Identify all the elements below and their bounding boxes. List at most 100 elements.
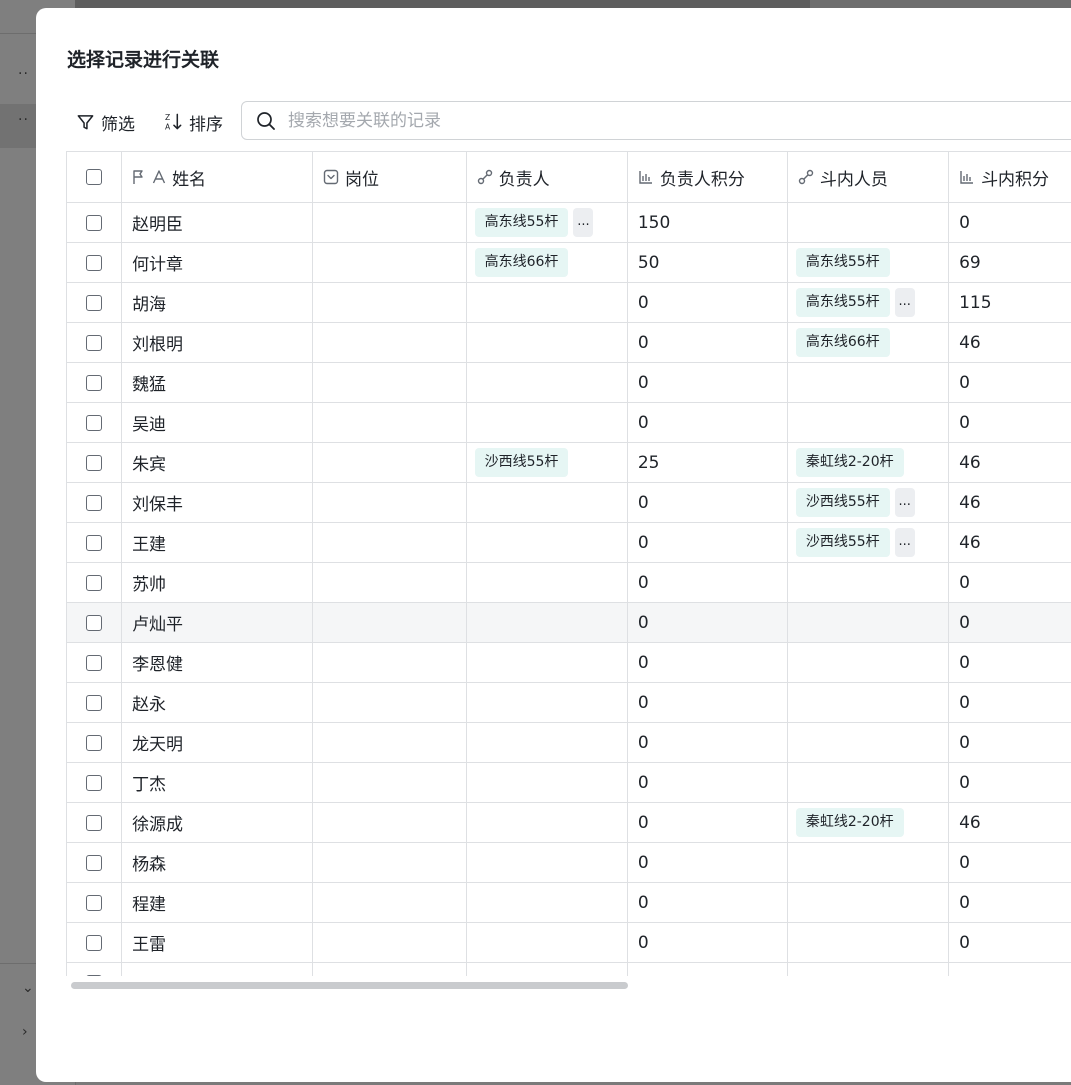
table-row[interactable]: 卢灿平 0 0: [67, 602, 1071, 643]
crew-score-text: 0: [959, 612, 970, 633]
select-all-cell: [67, 152, 123, 203]
sort-icon: Z A: [165, 113, 182, 132]
table-row[interactable]: 魏猛 0 0: [67, 362, 1071, 403]
column-header-crew-score[interactable]: 斗内积分: [948, 152, 1071, 203]
crew-cell: [787, 722, 950, 763]
column-header-name[interactable]: 姓名: [121, 152, 313, 203]
column-header-leader-score[interactable]: 负责人积分: [627, 152, 788, 203]
row-checkbox[interactable]: [86, 774, 103, 791]
table-row[interactable]: 李恩健 0 0: [67, 642, 1071, 683]
crew-more-badge[interactable]: ...: [894, 488, 915, 517]
row-checkbox[interactable]: [86, 494, 103, 511]
search-box[interactable]: [241, 101, 1071, 140]
name-cell: 朱宾: [121, 442, 313, 483]
table-row[interactable]: 王建 0 沙西线55杆... 46: [67, 522, 1071, 563]
name-text: 李恩健: [132, 655, 184, 675]
crew-cell: 沙西线55杆...: [787, 482, 950, 523]
horizontal-scrollbar[interactable]: [71, 982, 628, 989]
leader-cell: [466, 882, 628, 923]
background-topbar: [75, 0, 810, 8]
row-checkbox[interactable]: [86, 814, 103, 831]
crew-cell: 沙西线55杆...: [787, 522, 950, 563]
name-text: 卢灿平: [132, 615, 184, 635]
row-checkbox[interactable]: [86, 894, 103, 911]
table-row[interactable]: 何计章 高东线66杆 50 高东线55杆 69: [67, 242, 1071, 283]
row-checkbox[interactable]: [86, 654, 103, 671]
table-row[interactable]: 吴迪 0 0: [67, 402, 1071, 443]
crew-tag: 沙西线55杆: [795, 488, 890, 517]
row-checkbox[interactable]: [86, 254, 103, 271]
table-row[interactable]: 王雷 0 0: [67, 922, 1071, 963]
leader-score-text: 0: [637, 612, 649, 633]
leader-more-badge[interactable]: ...: [573, 208, 594, 237]
table-row[interactable]: 赵永 0 0: [67, 682, 1071, 723]
row-checkbox[interactable]: [86, 534, 103, 551]
crew-score-cell: 0: [948, 842, 1071, 883]
row-checkbox[interactable]: [86, 934, 103, 951]
row-checkbox-cell: [67, 722, 123, 763]
crew-tag: 沙西线55杆: [795, 528, 890, 557]
table-row[interactable]: 朱宾 沙西线55杆 25 秦虹线2-20杆 46: [67, 442, 1071, 483]
table-row[interactable]: 刘根明 0 高东线66杆 46: [67, 322, 1071, 363]
row-checkbox-cell: [67, 642, 123, 683]
table-row[interactable]: 胡海 0 高东线55杆... 115: [67, 282, 1071, 323]
position-cell: [312, 602, 467, 643]
row-checkbox-cell: [67, 842, 123, 883]
row-checkbox[interactable]: [86, 214, 103, 231]
row-checkbox-cell: [67, 562, 123, 603]
row-checkbox[interactable]: [86, 374, 103, 391]
name-text: 胡海: [132, 295, 167, 315]
row-checkbox-cell: [67, 282, 123, 323]
position-cell: [312, 442, 467, 483]
leader-score-text: 0: [637, 932, 649, 953]
row-checkbox[interactable]: [86, 854, 103, 871]
row-checkbox[interactable]: [86, 614, 103, 631]
table-row[interactable]: 赵明臣 高东线55杆... 150 0: [67, 202, 1071, 243]
position-cell: [312, 282, 467, 323]
name-cell: 吴迪: [121, 402, 313, 443]
table-row[interactable]: 徐源成 0 秦虹线2-20杆 46: [67, 802, 1071, 843]
table-cell: [627, 962, 788, 976]
table-row[interactable]: 苏帅 0 0: [67, 562, 1071, 603]
table-row[interactable]: 程建 0 0: [67, 882, 1071, 923]
row-checkbox-cell: [67, 322, 123, 363]
row-checkbox[interactable]: [86, 734, 103, 751]
name-cell: 胡海: [121, 282, 313, 323]
crew-score-text: 0: [959, 892, 970, 913]
row-checkbox[interactable]: [86, 414, 103, 431]
row-checkbox[interactable]: [86, 694, 103, 711]
select-all-checkbox[interactable]: [86, 169, 103, 185]
crew-tag: 高东线55杆: [795, 288, 890, 317]
name-cell: 苏帅: [121, 562, 313, 603]
name-text: 何计章: [132, 255, 184, 275]
row-checkbox[interactable]: [86, 454, 103, 471]
table-row[interactable]: 龙天明 0 0: [67, 722, 1071, 763]
column-header-position[interactable]: 岗位: [312, 152, 467, 203]
svg-text:Z: Z: [165, 113, 170, 122]
leader-score-text: 25: [637, 452, 660, 473]
table-row[interactable]: 丁杰 0 0: [67, 762, 1071, 803]
sort-button[interactable]: Z A 排序: [164, 108, 223, 136]
leader-cell: [466, 282, 628, 323]
row-checkbox[interactable]: [86, 334, 103, 351]
name-text: 丁杰: [132, 775, 167, 795]
table-row[interactable]: 杨森 0 0: [67, 842, 1071, 883]
leader-cell: [466, 722, 628, 763]
table-row[interactable]: 刘保丰 0 沙西线55杆... 46: [67, 482, 1071, 523]
stats-icon: [639, 171, 652, 184]
crew-more-badge[interactable]: ...: [894, 288, 915, 317]
filter-button[interactable]: 筛选: [76, 108, 135, 136]
leader-cell: [466, 322, 628, 363]
leader-score-text: 0: [637, 852, 649, 873]
column-header-crew[interactable]: 斗内人员: [787, 152, 950, 203]
position-cell: [312, 202, 467, 243]
row-checkbox-cell: [67, 882, 123, 923]
column-header-leader[interactable]: 负责人: [466, 152, 628, 203]
leader-score-text: 0: [637, 572, 649, 593]
search-input[interactable]: [286, 109, 990, 132]
row-checkbox[interactable]: [86, 294, 103, 311]
row-checkbox[interactable]: [86, 974, 103, 976]
crew-more-badge[interactable]: ...: [894, 528, 915, 557]
row-checkbox[interactable]: [86, 574, 103, 591]
table-row[interactable]: [67, 962, 1071, 976]
